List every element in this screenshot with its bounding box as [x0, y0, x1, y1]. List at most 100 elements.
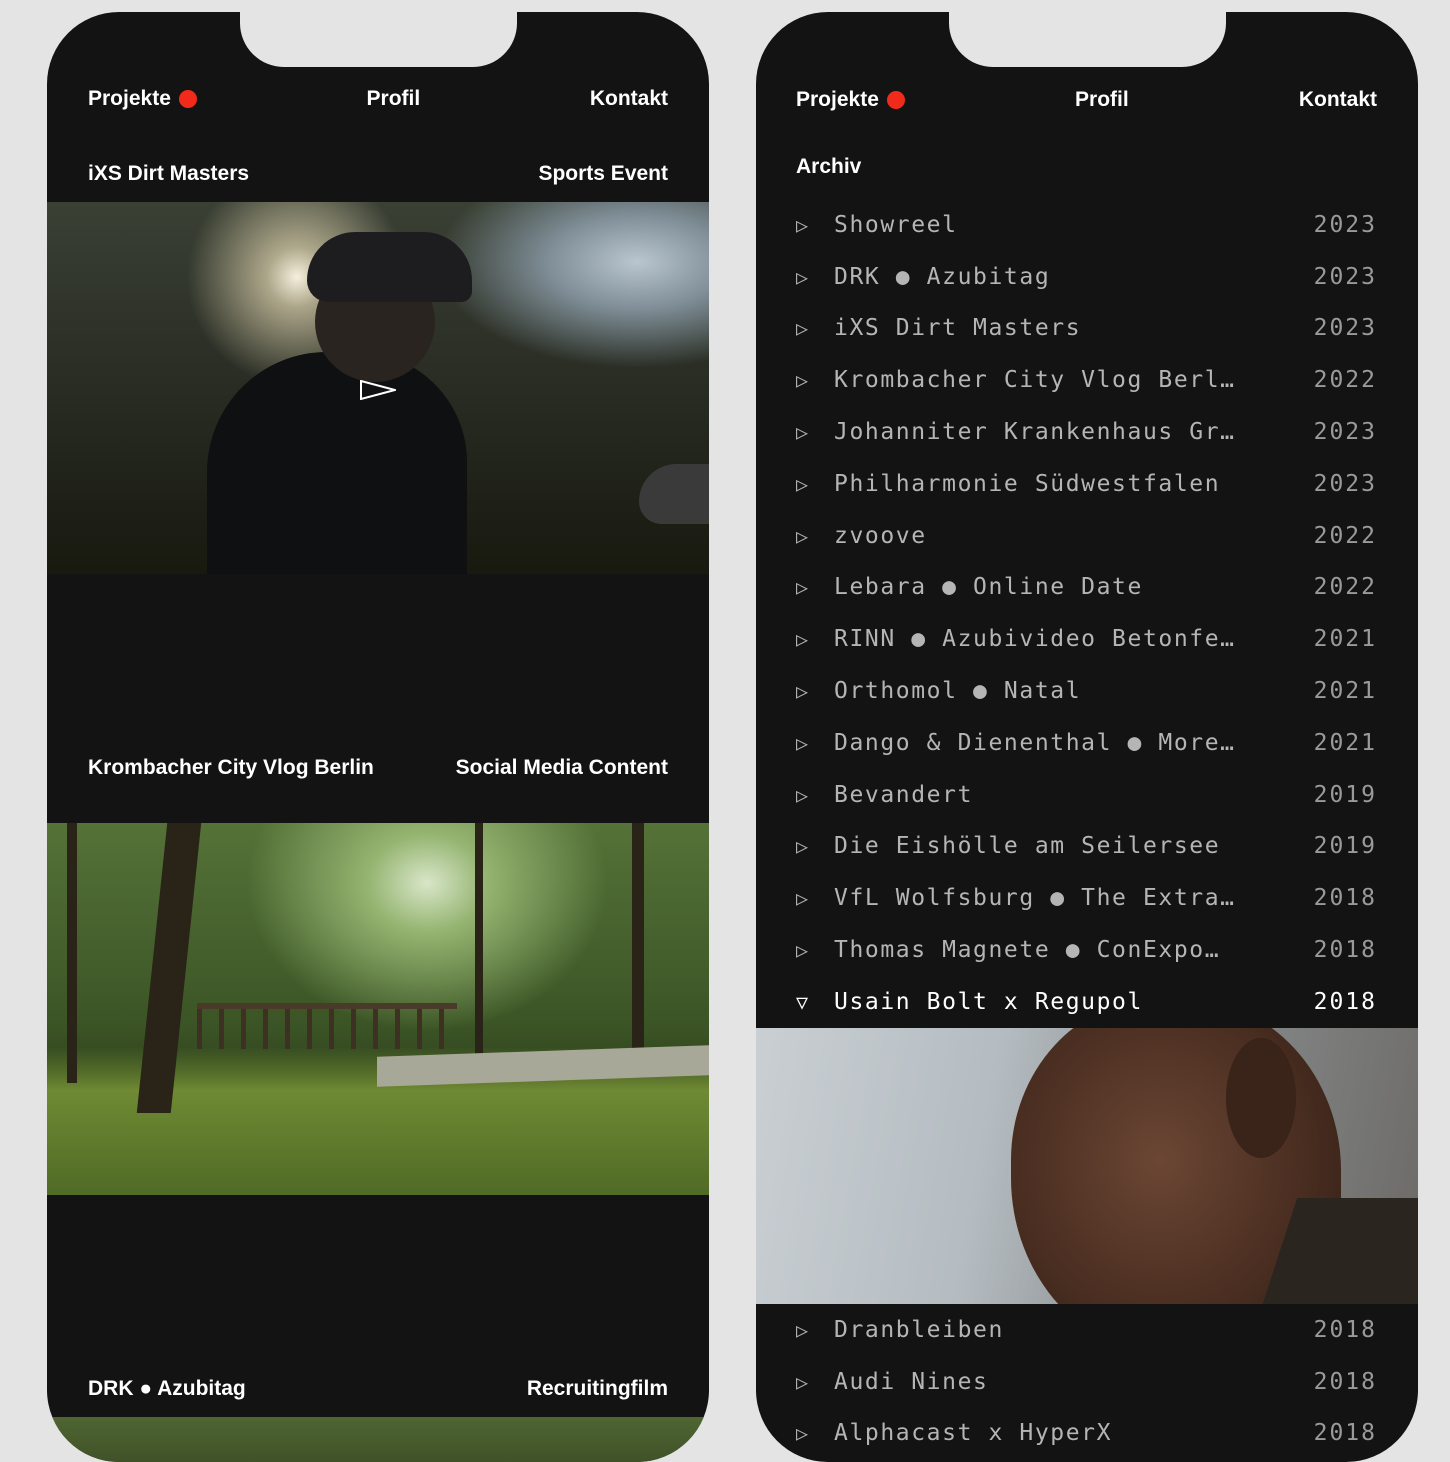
play-triangle-icon: ▷: [796, 1317, 810, 1342]
archive-row-title: Philharmonie Südwestfalen: [834, 470, 1221, 497]
archive-row-year: 2023: [1313, 419, 1377, 446]
nav-projects-label: Projekte: [88, 87, 171, 110]
project-title: DRK ● Azubitag: [88, 1377, 246, 1400]
archive-row[interactable]: ▷ Audi Nines 2018: [796, 1356, 1377, 1408]
archive-row[interactable]: ▷ Philharmonie Südwestfalen 2023: [796, 458, 1377, 510]
expanded-triangle-icon: ▽: [796, 989, 810, 1014]
archive-row[interactable]: ▷ Die Eishölle am Seilersee 2019: [796, 821, 1377, 873]
tree-trunk: [67, 823, 77, 1083]
archive-row-title: VfL Wolfsburg ● The Extra…: [834, 885, 1236, 912]
project-category: Sports Event: [538, 162, 668, 185]
play-triangle-icon: ▷: [796, 886, 810, 911]
play-triangle-icon: ▷: [796, 316, 810, 341]
phone-right: Projekte Profil Kontakt Archiv ▷ Showreel…: [756, 12, 1418, 1462]
archive-row-year: 2018: [1313, 988, 1377, 1015]
archive-row-title: Die Eishölle am Seilersee: [834, 833, 1221, 860]
project-video-thumbnail[interactable]: [47, 823, 709, 1195]
archive-row-left: ▷ Die Eishölle am Seilersee: [796, 833, 1220, 859]
archive-row[interactable]: ▷ Bevandert 2019: [796, 769, 1377, 821]
archive-row-left: ▷ Bevandert: [796, 782, 973, 808]
project-card-header[interactable]: iXS Dirt Masters Sports Event: [88, 161, 668, 187]
archive-row-left: ▷ Audi Nines: [796, 1369, 988, 1395]
nav-contact[interactable]: Kontakt: [1299, 88, 1377, 112]
project-category: Recruitingfilm: [526, 1377, 668, 1400]
play-triangle-icon: ▷: [796, 264, 810, 289]
archive-row-title: Johanniter Krankenhaus Gr…: [834, 419, 1236, 446]
archive-row[interactable]: ▷ Dranbleiben 2018: [796, 1304, 1377, 1356]
archive-row[interactable]: ▷ Lebara ● Online Date 2022: [796, 562, 1377, 614]
archive-row-title: iXS Dirt Masters: [834, 315, 1082, 342]
archive-row[interactable]: ▷ iXS Dirt Masters 2023: [796, 303, 1377, 355]
archive-row-left: ▷ VfL Wolfsburg ● The Extra…: [796, 885, 1236, 911]
archive-row[interactable]: ▷ Krombacher City Vlog Berl… 2022: [796, 354, 1377, 406]
nav-profile[interactable]: Profil: [1075, 88, 1129, 112]
archive-row-year: 2021: [1313, 729, 1377, 756]
expanded-project-video-thumbnail[interactable]: [756, 1028, 1418, 1304]
archive-row[interactable]: ▷ zvoove 2022: [796, 510, 1377, 562]
archive-row[interactable]: ▽ Usain Bolt x Regupol 2018: [796, 976, 1377, 1028]
archive-row-title: RINN ● Azubivideo Betonfe…: [834, 626, 1236, 653]
archive-row-title: Orthomol ● Natal: [834, 678, 1082, 705]
play-triangle-icon: ▷: [796, 420, 810, 445]
play-icon[interactable]: [360, 380, 396, 400]
nav-projects[interactable]: Projekte: [88, 87, 197, 111]
archive-row-year: 2018: [1313, 1316, 1377, 1343]
archive-row-year: 2019: [1313, 833, 1377, 860]
project-card-header[interactable]: DRK ● Azubitag Recruitingfilm: [88, 1376, 668, 1402]
archive-row-left: ▷ Krombacher City Vlog Berl…: [796, 367, 1236, 393]
archive-row-title: Showreel: [834, 211, 958, 238]
play-triangle-icon: ▷: [796, 368, 810, 393]
archive-row[interactable]: ▷ Showreel 2023: [796, 199, 1377, 251]
active-dot-icon: [178, 90, 197, 108]
archive-row-title: Dranbleiben: [834, 1316, 1004, 1343]
project-title: iXS Dirt Masters: [88, 162, 250, 185]
archive-row-left: ▷ DRK ● Azubitag: [796, 264, 1050, 290]
archive-row-year: 2021: [1313, 678, 1377, 705]
play-triangle-icon: ▷: [796, 627, 810, 652]
project-card-header[interactable]: Krombacher City Vlog Berlin Social Media…: [88, 755, 668, 781]
archive-list-continued: ▷ Dranbleiben 2018 ▷ Audi Nines 2018 ▷ Alphacas…: [796, 1304, 1377, 1459]
archive-row-year: 2018: [1313, 885, 1377, 912]
archive-row[interactable]: ▷ Alphacast x HyperX 2018: [796, 1408, 1377, 1460]
archive-row-year: 2022: [1313, 522, 1377, 549]
second-rider-helmet: [639, 464, 709, 524]
project-video-thumbnail[interactable]: [47, 202, 709, 574]
nav-contact[interactable]: Kontakt: [590, 87, 668, 111]
archive-row-year: 2019: [1313, 781, 1377, 808]
archive-row[interactable]: ▷ DRK ● Azubitag 2023: [796, 251, 1377, 303]
tree-trunk: [632, 823, 644, 1073]
archive-row-year: 2023: [1313, 263, 1377, 290]
project-category: Social Media Content: [455, 756, 668, 779]
archive-row[interactable]: ▷ VfL Wolfsburg ● The Extra… 2018: [796, 872, 1377, 924]
play-triangle-icon: ▷: [796, 730, 810, 755]
archive-row-title: Krombacher City Vlog Berl…: [834, 367, 1236, 394]
phone-left: Projekte Profil Kontakt iXS Dirt Masters…: [47, 12, 709, 1462]
archive-row[interactable]: ▷ Dango & Dienenthal ● More… 2021: [796, 717, 1377, 769]
archive-row[interactable]: ▷ Thomas Magnete ● ConExpo… 2018: [796, 924, 1377, 976]
archive-row-left: ▷ iXS Dirt Masters: [796, 315, 1081, 341]
play-triangle-icon: ▷: [796, 1421, 810, 1446]
top-nav: Projekte Profil Kontakt: [796, 87, 1377, 113]
athlete-ear: [1226, 1038, 1296, 1158]
archive-row-left: ▷ Orthomol ● Natal: [796, 678, 1081, 704]
archive-row[interactable]: ▷ Johanniter Krankenhaus Gr… 2023: [796, 406, 1377, 458]
play-triangle-icon: ▷: [796, 679, 810, 704]
archive-row-left: ▷ Lebara ● Online Date: [796, 574, 1143, 600]
archive-row-year: 2018: [1313, 937, 1377, 964]
nav-profile[interactable]: Profil: [367, 87, 421, 111]
archive-list: ▷ Showreel 2023 ▷ DRK ● Azubitag 2023 ▷ iXS Dir…: [796, 199, 1377, 1028]
archive-row-title: DRK ● Azubitag: [834, 263, 1051, 290]
rider-helmet: [307, 232, 472, 302]
archive-row-left: ▷ Dango & Dienenthal ● More…: [796, 730, 1236, 756]
project-video-thumbnail[interactable]: [47, 1417, 709, 1462]
archive-row-year: 2023: [1313, 315, 1377, 342]
play-triangle-icon: ▷: [796, 1369, 810, 1394]
archive-row-left: ▷ Thomas Magnete ● ConExpo…: [796, 937, 1220, 963]
play-triangle-icon: ▷: [796, 834, 810, 859]
archive-row[interactable]: ▷ RINN ● Azubivideo Betonfe… 2021: [796, 613, 1377, 665]
nav-projects[interactable]: Projekte: [796, 88, 905, 112]
phone-notch: [240, 12, 517, 67]
archive-row[interactable]: ▷ Orthomol ● Natal 2021: [796, 665, 1377, 717]
archive-row-left: ▷ RINN ● Azubivideo Betonfe…: [796, 626, 1236, 652]
tree-trunk: [136, 823, 202, 1113]
